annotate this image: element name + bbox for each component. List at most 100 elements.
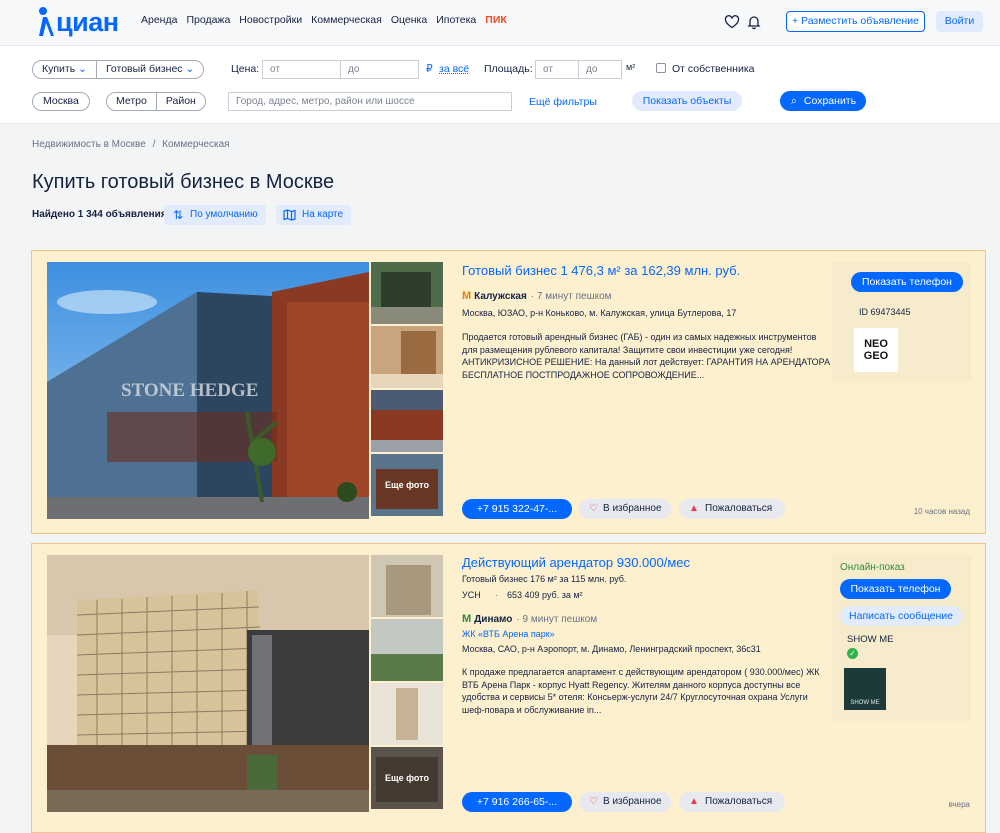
- listing-thumbnails: Еще фото: [371, 555, 443, 811]
- listing-address: Москва, ЮЗАО, р-н Коньково, м. Калужская…: [462, 308, 737, 318]
- add-favorite-button[interactable]: ♡ В избранное: [579, 792, 671, 812]
- currency-select[interactable]: ₽: [426, 63, 433, 75]
- logo-pin-icon: [34, 6, 54, 38]
- post-ad-button[interactable]: + Разместить объявление: [786, 11, 925, 32]
- chevron-down-icon: ⌄: [78, 63, 87, 75]
- metro-icon: М: [462, 613, 472, 625]
- listing-description: Продается готовый арендный бизнес (ГАБ) …: [462, 332, 831, 380]
- area-from-input[interactable]: от: [535, 60, 579, 79]
- thumbnail-more[interactable]: Еще фото: [371, 454, 443, 516]
- map-button[interactable]: На карте: [276, 205, 352, 225]
- nav-new-buildings[interactable]: Новостройки: [239, 14, 302, 26]
- listing-main-photo[interactable]: STONE HEDGE: [47, 262, 369, 519]
- bell-icon[interactable]: [746, 14, 762, 30]
- thumbnail[interactable]: [371, 555, 443, 617]
- breadcrumb-separator: /: [152, 139, 156, 150]
- agency-name[interactable]: SHOW ME: [847, 634, 893, 645]
- nav-valuation[interactable]: Оценка: [391, 14, 427, 26]
- contact-panel: Показать телефон ID 69473445 NEO GEO: [832, 262, 971, 381]
- nav-commercial[interactable]: Коммерческая: [311, 14, 382, 26]
- metro-tab[interactable]: Метро: [107, 93, 156, 110]
- more-photos-label: Еще фото: [371, 747, 443, 809]
- chevron-down-icon: ⌄: [185, 63, 195, 75]
- heart-icon: ♡: [589, 796, 598, 807]
- metro-icon: М: [462, 290, 472, 302]
- thumbnail[interactable]: [371, 619, 443, 681]
- agency-logo[interactable]: SHOW ME: [844, 668, 886, 710]
- thumbnail-more[interactable]: Еще фото: [371, 747, 443, 809]
- nav-rent[interactable]: Аренда: [141, 14, 177, 26]
- property-type-select[interactable]: Готовый бизнес ⌄: [95, 61, 203, 78]
- more-filters-link[interactable]: Ещё фильтры: [529, 96, 597, 108]
- listing-thumbnails: Еще фото: [371, 262, 443, 518]
- listing-id: ID 69473445: [859, 307, 911, 317]
- price-to-input[interactable]: до: [340, 60, 419, 79]
- page-title: Купить готовый бизнес в Москве: [32, 171, 335, 193]
- deal-select[interactable]: Купить ⌄: [33, 61, 96, 78]
- online-showing-label: Онлайн-показ: [840, 562, 905, 573]
- listing-subtitle: Готовый бизнес 176 м² за 115 млн. руб.: [462, 574, 627, 584]
- write-message-button[interactable]: Написать сообщение: [840, 606, 962, 626]
- sort-icon: ⇅: [173, 208, 184, 222]
- listing-time: вчера: [948, 800, 970, 809]
- listing-metro: М Динамо · 9 минут пешком: [462, 613, 598, 625]
- price-per-m: 653 409 руб. за м²: [507, 590, 583, 600]
- heart-icon[interactable]: [724, 14, 740, 30]
- main-content: Недвижимость в Москве / Коммерческая Куп…: [0, 124, 1000, 833]
- report-button[interactable]: ▲ Пожаловаться: [679, 792, 785, 812]
- results-count: Найдено 1 344 объявления: [32, 209, 167, 220]
- login-button[interactable]: Войти: [936, 11, 983, 32]
- price-label: Цена:: [231, 63, 260, 75]
- breadcrumb: Недвижимость в Москве / Коммерческая: [32, 139, 230, 150]
- listing-card[interactable]: Еще фото Действующий арендатор 930.000/м…: [31, 543, 986, 833]
- listing-dot: ·: [495, 590, 498, 600]
- heart-icon: ♡: [589, 503, 598, 514]
- nav-pik[interactable]: ПИК: [485, 14, 507, 26]
- listing-tax: УСН: [462, 590, 481, 600]
- listing-address: Москва, САО, р-н Аэропорт, м. Динамо, Ле…: [462, 644, 761, 654]
- phone-number-button[interactable]: +7 916 266-65-...: [462, 792, 572, 812]
- thumbnail[interactable]: [371, 683, 443, 745]
- logo-text: циан: [56, 6, 119, 37]
- complex-link[interactable]: ЖК «ВТБ Арена парк»: [462, 629, 555, 639]
- show-phone-button[interactable]: Показать телефон: [840, 579, 951, 599]
- sort-button[interactable]: ⇅ По умолчанию: [164, 205, 266, 225]
- deal-type-selector: Купить ⌄ Готовый бизнес ⌄: [32, 60, 205, 79]
- price-from-input[interactable]: от: [262, 60, 341, 79]
- area-to-input[interactable]: до: [578, 60, 622, 79]
- warning-icon: ▲: [689, 503, 699, 514]
- listing-metro: М Калужская · 7 минут пешком: [462, 290, 612, 302]
- show-objects-button[interactable]: Показать объекты: [632, 91, 742, 111]
- report-button[interactable]: ▲ Пожаловаться: [679, 499, 785, 519]
- thumbnail[interactable]: [371, 326, 443, 388]
- thumbnail[interactable]: [371, 262, 443, 324]
- save-search-button[interactable]: ⌕ Сохранить: [780, 91, 866, 111]
- district-tab[interactable]: Район: [155, 93, 205, 110]
- map-icon: [283, 209, 296, 229]
- area-unit: м²: [626, 62, 636, 72]
- contact-panel: Онлайн-показ Показать телефон Написать с…: [832, 555, 971, 721]
- site-header: циан Аренда Продажа Новостройки Коммерче…: [0, 0, 1000, 46]
- price-period-select[interactable]: за всё: [439, 63, 469, 75]
- phone-number-button[interactable]: +7 915 322-47-...: [462, 499, 572, 519]
- city-select[interactable]: Москва: [32, 92, 90, 111]
- location-search-input[interactable]: Город, адрес, метро, район или шоссе: [228, 92, 512, 111]
- geo-type-toggle: Метро Район: [106, 92, 206, 111]
- svg-text:STONE HEDGE: STONE HEDGE: [121, 380, 258, 401]
- search-filters: Купить ⌄ Готовый бизнес ⌄ Цена: от до ₽ …: [0, 47, 1000, 124]
- agency-logo[interactable]: NEO GEO: [854, 328, 898, 372]
- nav-sale[interactable]: Продажа: [186, 14, 230, 26]
- thumbnail[interactable]: [371, 390, 443, 452]
- listing-title[interactable]: Готовый бизнес 1 476,3 м² за 162,39 млн.…: [462, 263, 740, 278]
- breadcrumb-item[interactable]: Коммерческая: [162, 139, 229, 150]
- owner-checkbox[interactable]: [656, 63, 666, 73]
- listing-title[interactable]: Действующий арендатор 930.000/мес: [462, 555, 690, 570]
- breadcrumb-item[interactable]: Недвижимость в Москве: [32, 139, 146, 150]
- owner-label: От собственника: [672, 63, 755, 75]
- cian-logo[interactable]: циан: [34, 3, 119, 41]
- listing-main-photo[interactable]: [47, 555, 369, 812]
- listing-card[interactable]: STONE HEDGE Еще фото Готовый бизнес 1 47…: [31, 250, 986, 534]
- nav-mortgage[interactable]: Ипотека: [436, 14, 476, 26]
- add-favorite-button[interactable]: ♡ В избранное: [579, 499, 671, 519]
- show-phone-button[interactable]: Показать телефон: [851, 272, 963, 292]
